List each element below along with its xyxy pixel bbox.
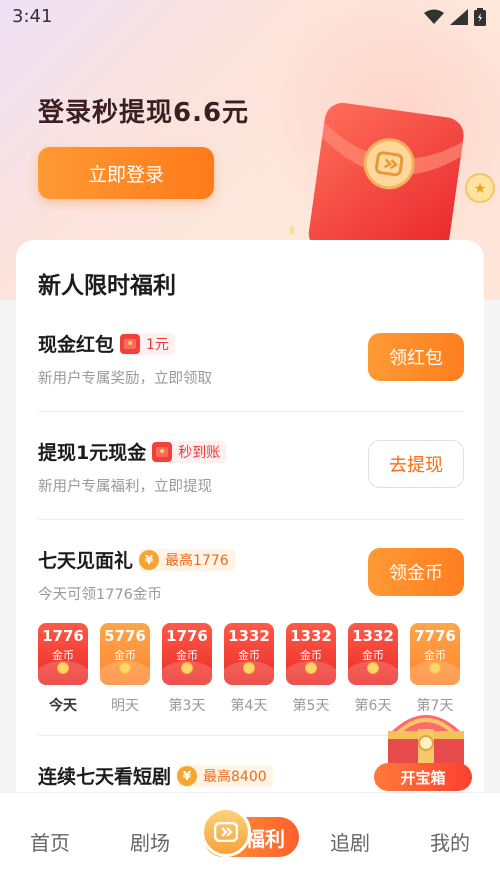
signal-icon xyxy=(450,9,468,25)
nav-item-following[interactable]: 追剧 xyxy=(330,827,370,856)
row-title-text: 七天见面礼 xyxy=(38,550,134,572)
claim-redpacket-button[interactable]: 领红包 xyxy=(368,333,464,381)
day-label: 第5天 xyxy=(292,698,330,714)
nav-item-welfare[interactable]: 福利 xyxy=(201,807,299,857)
day-item[interactable]: 1332 金币 第6天 xyxy=(348,623,398,715)
packet-amount: 1776 xyxy=(166,627,208,645)
packet-seal-icon xyxy=(367,662,379,674)
row-title-text: 连续七天看短剧 xyxy=(38,766,172,788)
max-coins-tag: ¥ 最高8400 xyxy=(177,764,273,787)
divider xyxy=(38,519,464,520)
packet-unit: 金币 xyxy=(238,649,260,662)
day-item[interactable]: 1332 金币 第4天 xyxy=(224,623,274,715)
packet-seal-icon xyxy=(305,662,317,674)
day-item[interactable]: 7776 金币 第7天 xyxy=(410,623,460,715)
hero-title: 登录秒提现6.6元 xyxy=(38,98,250,128)
packet-amount: 1332 xyxy=(352,627,394,645)
card-title: 新人限时福利 xyxy=(38,273,176,299)
status-icons xyxy=(424,8,486,26)
coin-packet: 5776 金币 xyxy=(100,623,150,685)
instant-tag-text: 秒到账 xyxy=(178,444,221,461)
packet-amount: 5776 xyxy=(104,627,146,645)
coin-packet: 7776 金币 xyxy=(410,623,460,685)
day-item[interactable]: 5776 金币 明天 xyxy=(100,623,150,715)
day-label: 第4天 xyxy=(230,698,268,714)
packet-unit: 金币 xyxy=(362,649,384,662)
day-item[interactable]: 1776 金币 今天 xyxy=(38,623,88,715)
max-coins-tag: ¥ 最高1776 xyxy=(139,548,235,571)
redpacket-icon xyxy=(120,333,141,354)
coin-packet: 1776 金币 xyxy=(162,623,212,685)
open-treasure-label: 开宝箱 xyxy=(374,763,472,791)
withdraw-button[interactable]: 去提现 xyxy=(368,440,464,488)
day-item[interactable]: 1332 金币 第5天 xyxy=(286,623,336,715)
claim-coins-button[interactable]: 领金币 xyxy=(368,548,464,596)
seven-day-calendar: 1776 金币 今天 5776 金币 明天 1776 金币 第3天 1332 金… xyxy=(38,623,464,715)
divider xyxy=(38,411,464,412)
packet-amount: 1332 xyxy=(290,627,332,645)
nav-welfare-label: 福利 xyxy=(245,826,285,851)
packet-seal-icon xyxy=(119,662,131,674)
treasure-chest-widget[interactable]: 开宝箱 xyxy=(374,703,478,799)
packet-amount: 1332 xyxy=(228,627,270,645)
seven-day-gift-row: 七天见面礼 ¥ 最高1776 今天可领1776金币 领金币 xyxy=(38,546,464,604)
packet-unit: 金币 xyxy=(424,649,446,662)
max-coins-tag-text: 最高1776 xyxy=(165,552,229,569)
coin-packet: 1332 金币 xyxy=(224,623,274,685)
svg-text:★: ★ xyxy=(474,181,487,197)
row-title-text: 现金红包 xyxy=(38,334,115,356)
day-label: 第3天 xyxy=(168,698,206,714)
amount-tag-text: 1元 xyxy=(146,336,169,353)
amount-tag: 1元 xyxy=(120,332,175,355)
packet-seal-icon xyxy=(57,662,69,674)
packet-seal-icon xyxy=(181,662,193,674)
packet-unit: 金币 xyxy=(52,649,74,662)
battery-icon xyxy=(474,8,486,26)
red-envelope-illustration: ★ xyxy=(290,102,495,252)
day-item[interactable]: 1776 金币 第3天 xyxy=(162,623,212,715)
cash-redpacket-row: 现金红包 1元 新用户专属奖励，立即领取 领红包 xyxy=(38,330,464,388)
coin-packet: 1332 金币 xyxy=(286,623,336,685)
packet-seal-icon xyxy=(429,662,441,674)
status-time: 3:41 xyxy=(12,6,53,27)
nav-item-mine[interactable]: 我的 xyxy=(430,827,470,856)
status-bar: 3:41 xyxy=(0,0,500,34)
nav-item-home[interactable]: 首页 xyxy=(30,827,70,856)
packet-unit: 金币 xyxy=(300,649,322,662)
packet-seal-icon xyxy=(243,662,255,674)
wifi-icon xyxy=(424,9,444,24)
max-coins-tag-text: 最高8400 xyxy=(203,768,267,785)
welfare-icon xyxy=(201,807,251,857)
day-label: 明天 xyxy=(111,698,139,714)
coin-packet: 1776 金币 xyxy=(38,623,88,685)
instant-tag: 秒到账 xyxy=(152,440,227,463)
redpacket-icon xyxy=(152,441,173,462)
packet-unit: 金币 xyxy=(114,649,136,662)
packet-amount: 1776 xyxy=(42,627,84,645)
row-title-text: 提现1元现金 xyxy=(38,442,147,464)
nav-item-theater[interactable]: 剧场 xyxy=(130,827,170,856)
coin-icon: ¥ xyxy=(139,549,160,570)
packet-unit: 金币 xyxy=(176,649,198,662)
packet-amount: 7776 xyxy=(414,627,456,645)
bottom-nav: 首页 剧场 福利 追剧 我的 xyxy=(0,792,500,889)
coin-packet: 1332 金币 xyxy=(348,623,398,685)
day-label: 今天 xyxy=(49,698,77,714)
login-button[interactable]: 立即登录 xyxy=(38,147,214,199)
withdraw-row: 提现1元现金 秒到账 新用户专属福利，立即提现 去提现 xyxy=(38,438,464,496)
coin-icon: ¥ xyxy=(177,765,198,786)
